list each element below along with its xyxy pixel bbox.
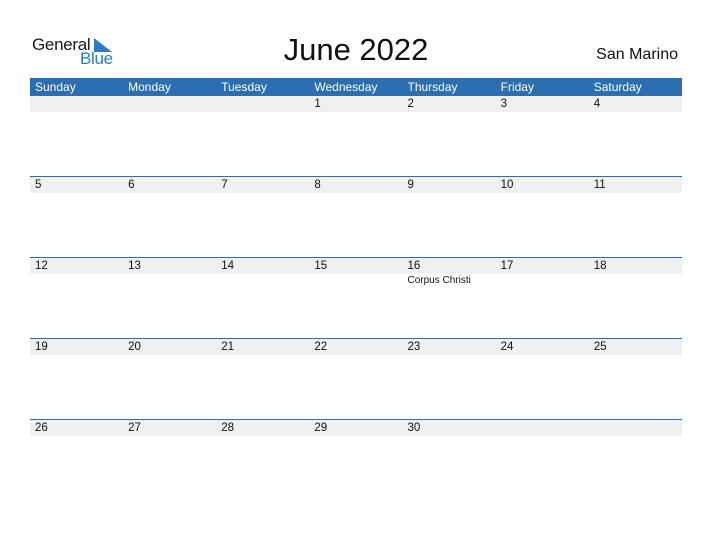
day-number: 28 <box>221 422 235 434</box>
day-number: 18 <box>593 260 607 272</box>
day-cell: 21 <box>216 339 309 419</box>
day-cell: 29 <box>309 420 402 500</box>
day-number: 26 <box>35 422 48 434</box>
day-cell: 6 <box>123 177 216 257</box>
day-cell: 17 <box>496 258 589 338</box>
day-number: 11 <box>593 179 606 191</box>
day-number: 16 <box>407 260 421 272</box>
day-number: 14 <box>221 260 235 272</box>
day-number: 23 <box>407 341 421 353</box>
day-number: 6 <box>128 179 135 191</box>
day-cell: 3 <box>496 96 589 176</box>
day-cell: 15 <box>309 258 402 338</box>
day-cell: 14 <box>216 258 309 338</box>
day-cell: 10 <box>496 177 589 257</box>
holiday-label: Corpus Christi <box>407 275 471 286</box>
day-number: 22 <box>314 341 328 353</box>
weekday-saturday: Saturday <box>593 80 642 94</box>
day-cell: 30 <box>403 420 496 500</box>
week-row: 19 20 21 22 23 24 25 <box>30 338 682 420</box>
day-number <box>35 96 123 112</box>
day-number: 5 <box>35 179 42 191</box>
day-cell: 8 <box>309 177 402 257</box>
day-number: 12 <box>35 260 48 272</box>
day-cell: 7 <box>216 177 309 257</box>
day-cell: 22 <box>309 339 402 419</box>
day-number <box>501 420 589 436</box>
day-number: 9 <box>407 179 414 191</box>
day-number: 15 <box>314 260 328 272</box>
day-cell: 11 <box>589 177 682 257</box>
day-number: 4 <box>593 98 601 110</box>
week-cells: 12 13 14 15 16 Corpus Christi 17 18 <box>30 258 682 338</box>
day-cell: 9 <box>403 177 496 257</box>
day-cell: 20 <box>123 339 216 419</box>
day-number: 13 <box>128 260 141 272</box>
day-cell <box>123 96 216 176</box>
weekday-header: Sunday Monday Tuesday Wednesday Thursday… <box>30 78 682 96</box>
day-cell <box>30 96 123 176</box>
weekday-tuesday: Tuesday <box>221 80 267 94</box>
weekday-monday: Monday <box>128 80 171 94</box>
weekday-wednesday: Wednesday <box>314 80 378 94</box>
day-cell: 1 <box>309 96 402 176</box>
weekday-sunday: Sunday <box>35 80 76 94</box>
day-cell: 12 <box>30 258 123 338</box>
day-number <box>594 420 682 436</box>
day-number: 1 <box>314 98 321 110</box>
day-cell: 28 <box>216 420 309 500</box>
week-cells: 26 27 28 29 30 <box>30 420 682 500</box>
day-number: 27 <box>128 422 141 434</box>
day-number: 10 <box>500 179 514 191</box>
day-number <box>221 96 309 112</box>
day-cell: 2 <box>403 96 496 176</box>
day-cell: 4 <box>589 96 682 176</box>
day-cell: 25 <box>589 339 682 419</box>
day-number: 2 <box>407 98 414 110</box>
day-cell: 13 <box>123 258 216 338</box>
day-cell <box>496 420 589 500</box>
weekday-thursday: Thursday <box>407 80 458 94</box>
week-row: 1 2 3 4 <box>30 96 682 177</box>
week-row: 12 13 14 15 16 Corpus Christi 17 18 <box>30 257 682 339</box>
week-row: 5 6 7 8 9 10 11 <box>30 176 682 258</box>
day-cell: 23 <box>403 339 496 419</box>
day-number: 8 <box>314 179 321 191</box>
day-number: 7 <box>221 179 228 191</box>
day-number: 19 <box>35 341 48 353</box>
country-label: San Marino <box>596 46 678 63</box>
week-row: 26 27 28 29 30 <box>30 419 682 501</box>
day-cell: 26 <box>30 420 123 500</box>
day-cell <box>589 420 682 500</box>
day-number: 3 <box>500 98 508 110</box>
day-cell: 16 Corpus Christi <box>403 258 496 338</box>
day-cell: 5 <box>30 177 123 257</box>
week-cells: 5 6 7 8 9 10 11 <box>30 177 682 257</box>
day-number: 24 <box>500 341 514 353</box>
day-number: 20 <box>128 341 141 353</box>
day-cell: 18 <box>589 258 682 338</box>
day-cell: 19 <box>30 339 123 419</box>
day-cell <box>216 96 309 176</box>
day-number <box>128 96 216 112</box>
weekday-friday: Friday <box>500 80 534 94</box>
day-number: 17 <box>500 260 514 272</box>
day-cell: 27 <box>123 420 216 500</box>
day-cell: 24 <box>496 339 589 419</box>
day-number: 21 <box>221 341 235 353</box>
week-cells: 1 2 3 4 <box>30 96 682 176</box>
day-number: 30 <box>407 422 421 434</box>
day-number: 29 <box>314 422 328 434</box>
week-cells: 19 20 21 22 23 24 25 <box>30 339 682 419</box>
day-number: 25 <box>593 341 607 353</box>
